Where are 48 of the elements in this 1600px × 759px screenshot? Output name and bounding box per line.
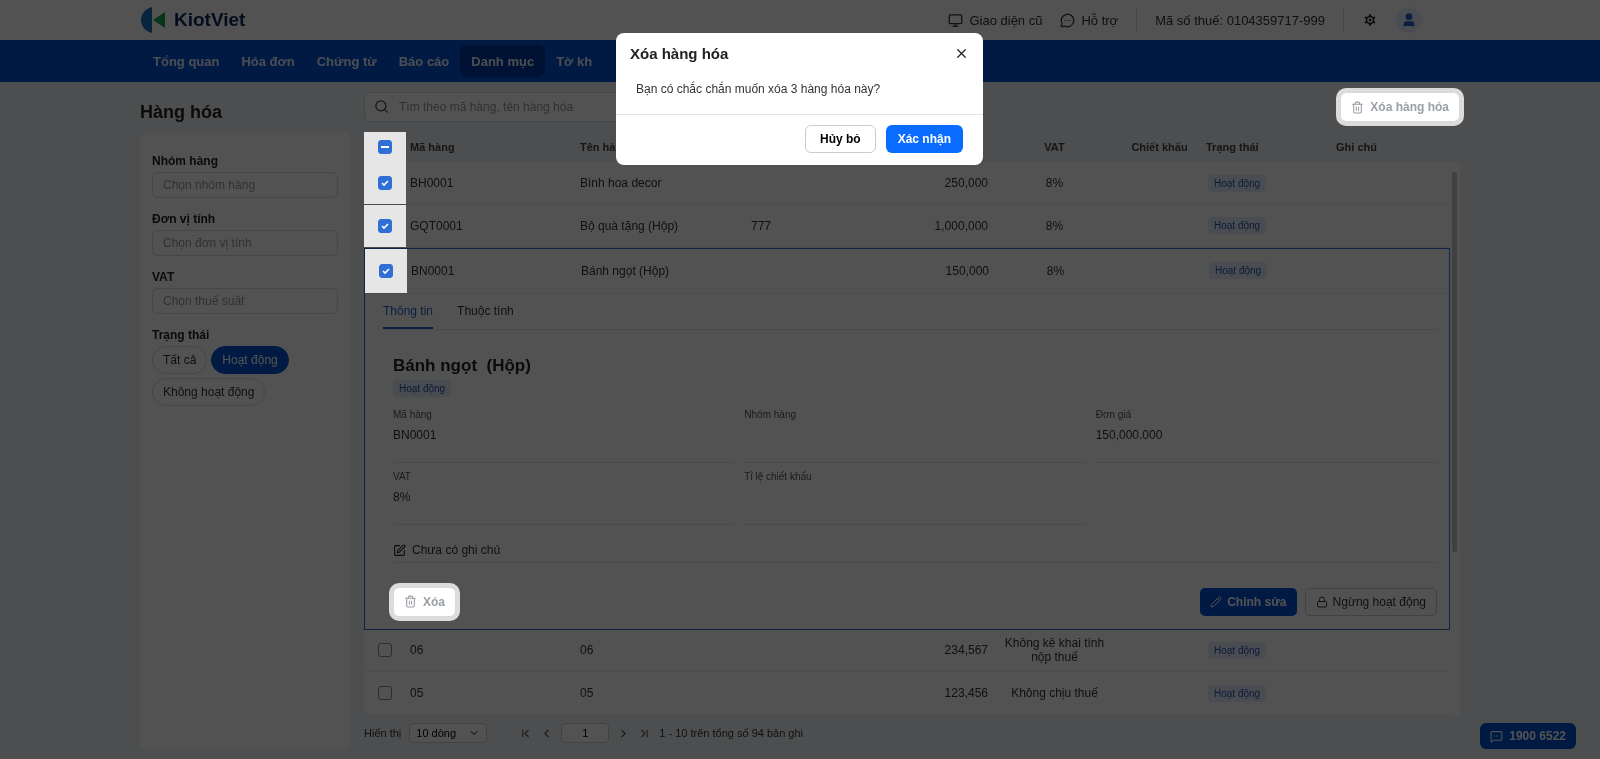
status-badge: Hoạt động	[1208, 174, 1267, 192]
table-cell-text: 123,456	[943, 686, 989, 701]
tax-code: Mã số thuế: 0104359717-999	[1155, 12, 1325, 28]
logo-text: KiotViet	[174, 9, 246, 31]
table-cell-text: GQT0001	[409, 218, 464, 233]
status-badge: Hoạt động	[1209, 262, 1268, 280]
table-cell-text: 250,000	[943, 176, 989, 191]
column-header: Trạng thái	[1205, 141, 1260, 154]
status-badge: Hoạt động	[393, 379, 452, 397]
table-cell-text: Bộ quà tặng (Hộp)	[579, 218, 680, 233]
table-cell-text: BN0001	[410, 263, 456, 278]
column-header: Mã hàng	[409, 141, 456, 154]
table-cell-text: 05	[409, 686, 425, 701]
status-badge: Hoạt động	[1208, 684, 1267, 702]
filter-label: VAT	[152, 270, 176, 284]
table-cell-text: 06	[409, 643, 425, 658]
filter-label: Nhóm hàng	[152, 154, 219, 168]
status-badge: Hoạt động	[1208, 217, 1267, 235]
table-cell-text: Không kê khai tính nộp thuế	[1003, 636, 1106, 665]
filter-label: Đơn vị tính	[152, 212, 217, 226]
record-summary: 1 - 10 trên tổng số 94 bản ghi	[659, 727, 803, 739]
page-title: Hàng hóa	[140, 100, 223, 124]
table-cell-text: Bình hoa decor	[579, 176, 663, 191]
field-value: 150,000.000	[1095, 427, 1164, 442]
table-cell-text: BH0001	[409, 176, 455, 191]
filter-label: Trạng thái	[152, 328, 211, 342]
table-cell-text: 8%	[1044, 176, 1065, 191]
table-cell-text: 06	[579, 643, 595, 658]
column-header: Tên hà	[579, 141, 617, 154]
table-cell-text: 8%	[1045, 263, 1066, 278]
table-cell-text: 150,000	[944, 263, 990, 278]
table-cell-text: 05	[579, 686, 595, 701]
field-value: BN0001	[393, 427, 438, 442]
dialog-message: Bạn có chắc chắn muốn xóa 3 hàng hóa này?	[616, 62, 983, 115]
table-cell-text: Bánh ngọt (Hộp)	[580, 263, 671, 278]
table-cell-text: 234,567	[943, 643, 989, 658]
product-title: Bánh ngọt (Hộp)	[393, 355, 532, 376]
dialog-title: Xóa hàng hóa	[630, 45, 729, 62]
column-header: Ghi chú	[1335, 141, 1378, 154]
column-header: Chiết khấu	[1130, 141, 1189, 154]
page-size-label: Hiển thị	[364, 727, 402, 739]
status-badge: Hoạt động	[1208, 642, 1267, 659]
field-value: 8%	[393, 489, 412, 504]
table-cell-text: 1,000,000	[933, 218, 989, 233]
table-cell-text: 777	[750, 218, 773, 233]
table-cell-text: Không chịu thuế	[1010, 686, 1099, 701]
column-header: VAT	[1043, 141, 1066, 154]
table-cell-text: 8%	[1044, 218, 1065, 233]
